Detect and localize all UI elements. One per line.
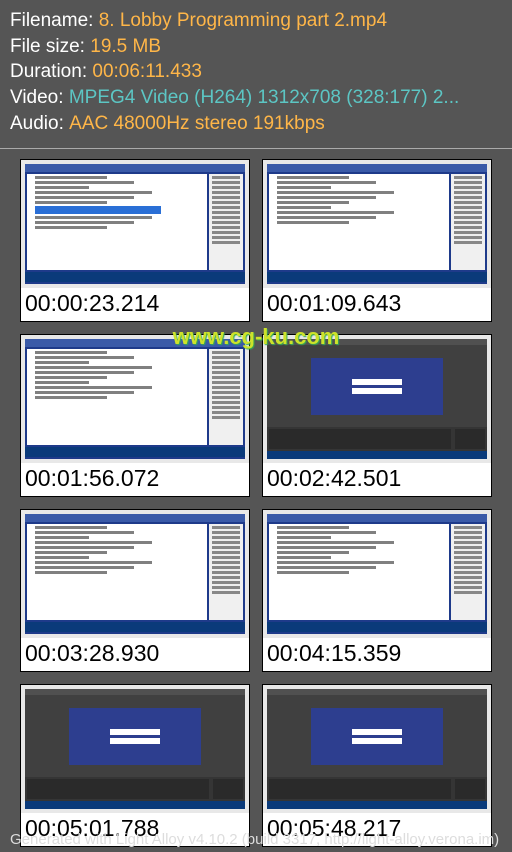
- thumbnail-timestamp: 00:03:28.930: [21, 638, 249, 671]
- thumbnail-timestamp: 00:02:42.501: [263, 463, 491, 496]
- thumbnail-image: [21, 335, 249, 463]
- audio-label: Audio:: [10, 111, 69, 137]
- filename-label: Filename:: [10, 8, 99, 34]
- thumbnail[interactable]: 00:03:28.930: [20, 509, 250, 672]
- thumbnail-image: [21, 510, 249, 638]
- thumbnail[interactable]: 00:05:48.217: [262, 684, 492, 847]
- thumbnail-timestamp: 00:01:56.072: [21, 463, 249, 496]
- duration-label: Duration:: [10, 59, 92, 85]
- thumbnail-timestamp: 00:01:09.643: [263, 288, 491, 321]
- thumbnail-timestamp: 00:00:23.214: [21, 288, 249, 321]
- thumbnail[interactable]: 00:01:09.643: [262, 159, 492, 322]
- footer-credit: Generated with Light Alloy v4.10.2 (buil…: [10, 831, 499, 848]
- duration-value: 00:06:11.433: [92, 59, 202, 85]
- thumbnail-grid: 00:00:23.214 00:01:09.643 00:01:56.072 00:0…: [0, 155, 512, 847]
- thumbnail-image: [263, 160, 491, 288]
- thumbnail-image: [263, 335, 491, 463]
- thumbnail[interactable]: 00:00:23.214: [20, 159, 250, 322]
- filesize-value: 19.5 MB: [90, 34, 161, 60]
- thumbnail-image: [263, 510, 491, 638]
- thumbnail[interactable]: 00:04:15.359: [262, 509, 492, 672]
- video-label: Video:: [10, 85, 69, 111]
- video-value: MPEG4 Video (H264) 1312x708 (328:177) 2.…: [69, 85, 459, 111]
- thumbnail[interactable]: 00:01:56.072: [20, 334, 250, 497]
- divider: [0, 148, 512, 149]
- filesize-label: File size:: [10, 34, 90, 60]
- thumbnail-image: [263, 685, 491, 813]
- thumbnail[interactable]: 00:02:42.501: [262, 334, 492, 497]
- thumbnail-image: [21, 160, 249, 288]
- filename-value: 8. Lobby Programming part 2.mp4: [99, 8, 387, 34]
- file-metadata: Filename: 8. Lobby Programming part 2.mp…: [0, 0, 512, 148]
- thumbnail-image: [21, 685, 249, 813]
- thumbnail[interactable]: 00:05:01.788: [20, 684, 250, 847]
- audio-value: AAC 48000Hz stereo 191kbps: [69, 111, 325, 137]
- thumbnail-timestamp: 00:04:15.359: [263, 638, 491, 671]
